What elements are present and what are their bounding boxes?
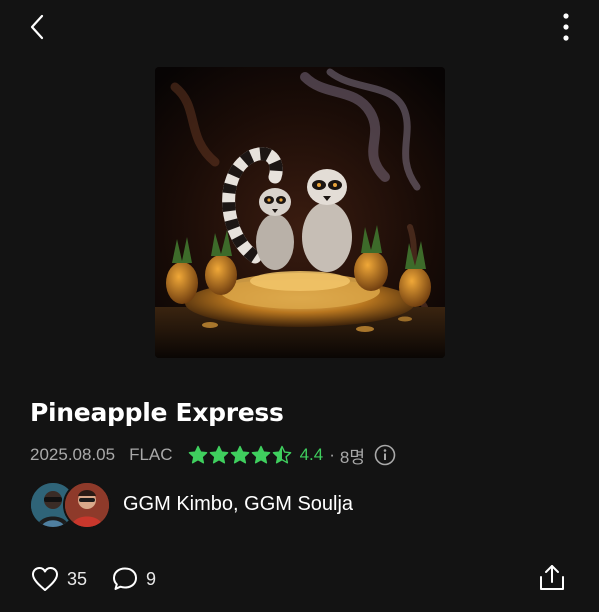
release-date: 2025.08.05 <box>30 445 116 464</box>
info-icon[interactable] <box>374 444 396 466</box>
album-cover-art <box>155 67 445 358</box>
star-half-icon <box>272 445 291 464</box>
action-bar: 35 9 <box>30 562 156 596</box>
like-button[interactable]: 35 <box>30 565 87 593</box>
artist-avatars <box>29 480 113 529</box>
album-title: Pineapple Express <box>30 398 284 427</box>
comment-bubble-icon <box>113 567 138 590</box>
more-vertical-icon <box>563 13 569 41</box>
artist-row[interactable]: GGM Kimbo, GGM Soulja <box>29 480 353 529</box>
share-icon <box>540 565 564 590</box>
back-button[interactable] <box>22 10 52 44</box>
star-filled-icon <box>188 445 207 464</box>
comment-button[interactable]: 9 <box>111 565 156 593</box>
heart-icon <box>32 567 58 591</box>
more-options-button[interactable] <box>553 8 579 46</box>
album-cover[interactable] <box>155 67 445 358</box>
like-count: 35 <box>67 568 88 589</box>
meta-separator: · <box>329 445 335 464</box>
chevron-left-icon <box>30 14 44 40</box>
top-bar <box>0 0 599 56</box>
rating-count: 8명 <box>339 447 365 467</box>
album-meta: 2025.08.05 FLAC 4.4 · 8명 <box>30 442 396 468</box>
share-button[interactable] <box>537 563 567 593</box>
star-filled-icon <box>209 445 228 464</box>
audio-format: FLAC <box>129 445 173 464</box>
comment-count: 9 <box>146 568 157 589</box>
avatar[interactable] <box>63 481 111 529</box>
rating-score: 4.4 <box>299 445 324 464</box>
rating-stars[interactable] <box>188 445 293 465</box>
star-filled-icon <box>251 445 270 464</box>
star-filled-icon <box>230 445 249 464</box>
artist-names[interactable]: GGM Kimbo, GGM Soulja <box>123 493 353 516</box>
